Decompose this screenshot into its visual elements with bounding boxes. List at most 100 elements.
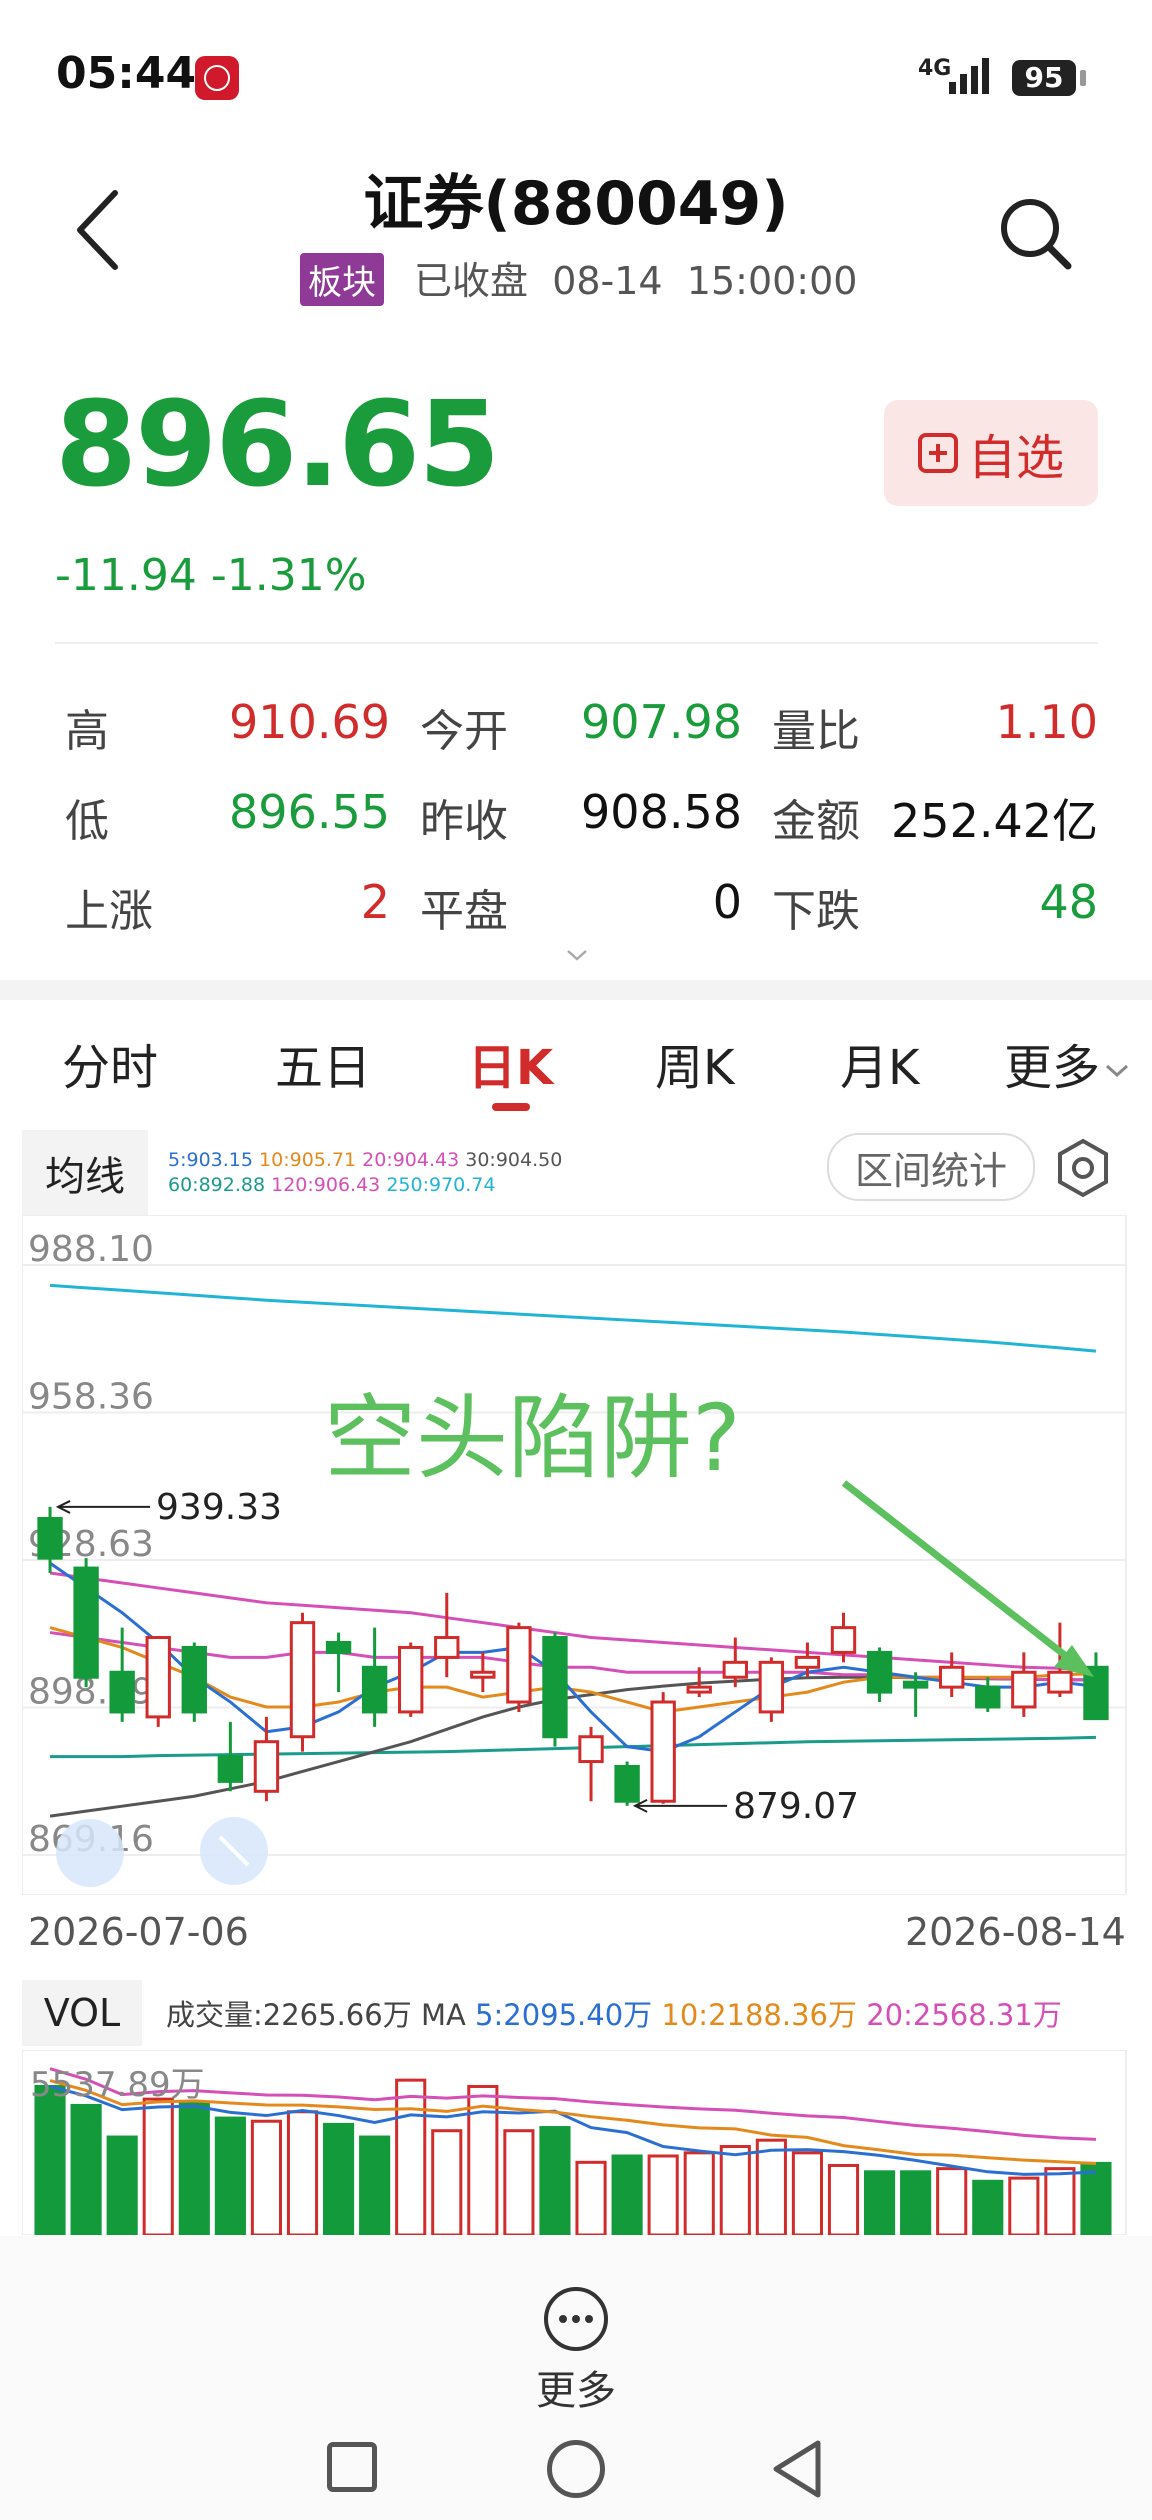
plus-box-icon — [917, 433, 958, 473]
status-time: 05:44 — [56, 48, 197, 99]
high-label: 高 — [65, 706, 109, 757]
add-watchlist-button[interactable]: 自选 — [884, 400, 1098, 506]
divider — [55, 642, 1098, 644]
volume-legend-value: 2265.66万 — [262, 1998, 412, 2032]
volume-bar — [539, 2126, 571, 2235]
ma30-legend: 30:904.50 — [465, 1149, 563, 1171]
candle-body — [289, 1621, 316, 1739]
tab-weekly-k[interactable]: 周K — [655, 1028, 734, 1098]
tab-monthly-k[interactable]: 月K — [840, 1028, 919, 1098]
low-value: 896.55 — [229, 785, 390, 839]
more-label[interactable]: 更多 — [0, 2358, 1152, 2416]
candle-body — [470, 1670, 496, 1679]
nav-recents-button[interactable] — [327, 2442, 377, 2492]
ma-legend-row-1: 5:903.15 10:905.71 20:904.43 30:904.50 — [168, 1148, 562, 1173]
candle-body — [325, 1640, 352, 1654]
ma120-legend: 120:906.43 — [271, 1174, 381, 1196]
volume-bar — [1008, 2176, 1040, 2235]
nav-home-button[interactable] — [547, 2440, 605, 2498]
candle-body — [398, 1645, 424, 1714]
candle-body — [686, 1685, 712, 1694]
amount-label: 金额 — [772, 796, 860, 847]
candle-body — [830, 1626, 857, 1654]
candle-body — [145, 1636, 171, 1719]
candle-body — [902, 1680, 929, 1689]
low-label: 低 — [65, 796, 109, 847]
signal-icon — [949, 58, 989, 94]
ma10-legend: 10:905.71 — [259, 1149, 357, 1171]
volume-ma20: 20:2568.31万 — [866, 1998, 1062, 2032]
ma250-legend: 250:970.74 — [386, 1174, 496, 1196]
tab-more[interactable]: 更多 — [1004, 1028, 1130, 1098]
volume-bar — [755, 2138, 787, 2235]
last-price: 896.65 — [55, 375, 500, 513]
volume-bar — [286, 2110, 319, 2235]
min-price-label: 879.07 — [733, 1786, 859, 1827]
prev-close-label: 昨收 — [420, 796, 508, 847]
ma-legend-row-2: 60:892.88 120:906.43 250:970.74 — [168, 1173, 562, 1198]
candle-body — [794, 1655, 821, 1669]
volume-legend: 成交量:2265.66万 MA 5:2095.40万 10:2188.36万 2… — [166, 1992, 1062, 2034]
up-count-value: 2 — [360, 875, 390, 929]
tab-more-label: 更多 — [1004, 1040, 1101, 1096]
battery-tip — [1080, 70, 1086, 86]
max-price-label: 939.33 — [156, 1487, 282, 1528]
candle-body — [73, 1566, 99, 1679]
amount-value: 252.42亿 — [891, 794, 1098, 848]
volume-bar — [864, 2170, 896, 2235]
tab-daily-k[interactable]: 日K — [468, 1028, 553, 1098]
ma-legend: 5:903.15 10:905.71 20:904.43 30:904.50 6… — [168, 1148, 562, 1198]
candle-body — [253, 1740, 280, 1793]
ma-indicator-button[interactable]: 均线 — [22, 1130, 148, 1216]
candle-body — [542, 1636, 568, 1739]
pan-button-icon — [56, 1819, 124, 1887]
candle-body — [975, 1685, 1001, 1709]
candle-body — [758, 1660, 785, 1714]
volume-bar — [503, 2129, 535, 2235]
ma20-legend: 20:904.43 — [362, 1149, 460, 1171]
volume-bar — [575, 2160, 607, 2235]
expand-chevron-icon[interactable] — [566, 948, 588, 962]
volume-bar — [719, 2145, 751, 2235]
tab-five-day[interactable]: 五日 — [275, 1028, 371, 1098]
volume-bar — [250, 2119, 282, 2235]
volume-bar — [936, 2167, 968, 2235]
price-change: -11.94 -1.31% — [55, 550, 367, 601]
y-tick-label: 988.10 — [28, 1229, 154, 1270]
volume-bar — [647, 2154, 679, 2235]
volume-bar — [106, 2135, 138, 2235]
y-tick-label: 958.36 — [28, 1377, 154, 1418]
chevron-down-icon — [1106, 1064, 1129, 1078]
up-count-label: 上涨 — [65, 886, 153, 937]
volume-max-label: 5537.89万 — [30, 2065, 205, 2105]
kline-chart[interactable]: 988.10958.36928.63898.89869.16939.33879.… — [22, 1215, 1128, 1895]
volume-ma10: 10:2188.36万 — [661, 1998, 857, 2032]
ma60-line — [50, 1735, 1097, 1759]
app-notification-icon — [195, 56, 239, 100]
volume-bar — [791, 2151, 823, 2235]
more-dots-icon[interactable] — [541, 2284, 611, 2354]
candle-body — [939, 1665, 965, 1689]
candle-body — [361, 1665, 388, 1714]
candle-body — [1011, 1670, 1037, 1709]
tab-intraday[interactable]: 分时 — [62, 1028, 158, 1098]
search-icon[interactable] — [990, 190, 1080, 280]
volume-bar — [972, 2179, 1004, 2235]
battery-icon: 95 — [1012, 60, 1076, 96]
volume-bar — [683, 2151, 715, 2235]
settings-hexagon-icon[interactable] — [1050, 1135, 1116, 1201]
volume-bar — [1044, 2167, 1076, 2235]
ma60-legend: 60:892.88 — [168, 1174, 266, 1196]
ratio-label: 量比 — [772, 706, 860, 757]
change-percent: -1.31% — [210, 550, 367, 601]
volume-chart[interactable]: 5537.89万 — [22, 2050, 1128, 2235]
volume-indicator-button[interactable]: VOL — [22, 1980, 142, 2046]
candle-body — [866, 1650, 893, 1694]
candle-body — [109, 1670, 135, 1714]
quote-time: 15:00:00 — [686, 259, 858, 303]
nav-back-button[interactable] — [770, 2438, 826, 2500]
volume-bar — [142, 2097, 174, 2235]
range-stats-button[interactable]: 区间统计 — [827, 1133, 1035, 1201]
open-value: 907.98 — [581, 695, 742, 749]
volume-bar — [431, 2129, 463, 2235]
